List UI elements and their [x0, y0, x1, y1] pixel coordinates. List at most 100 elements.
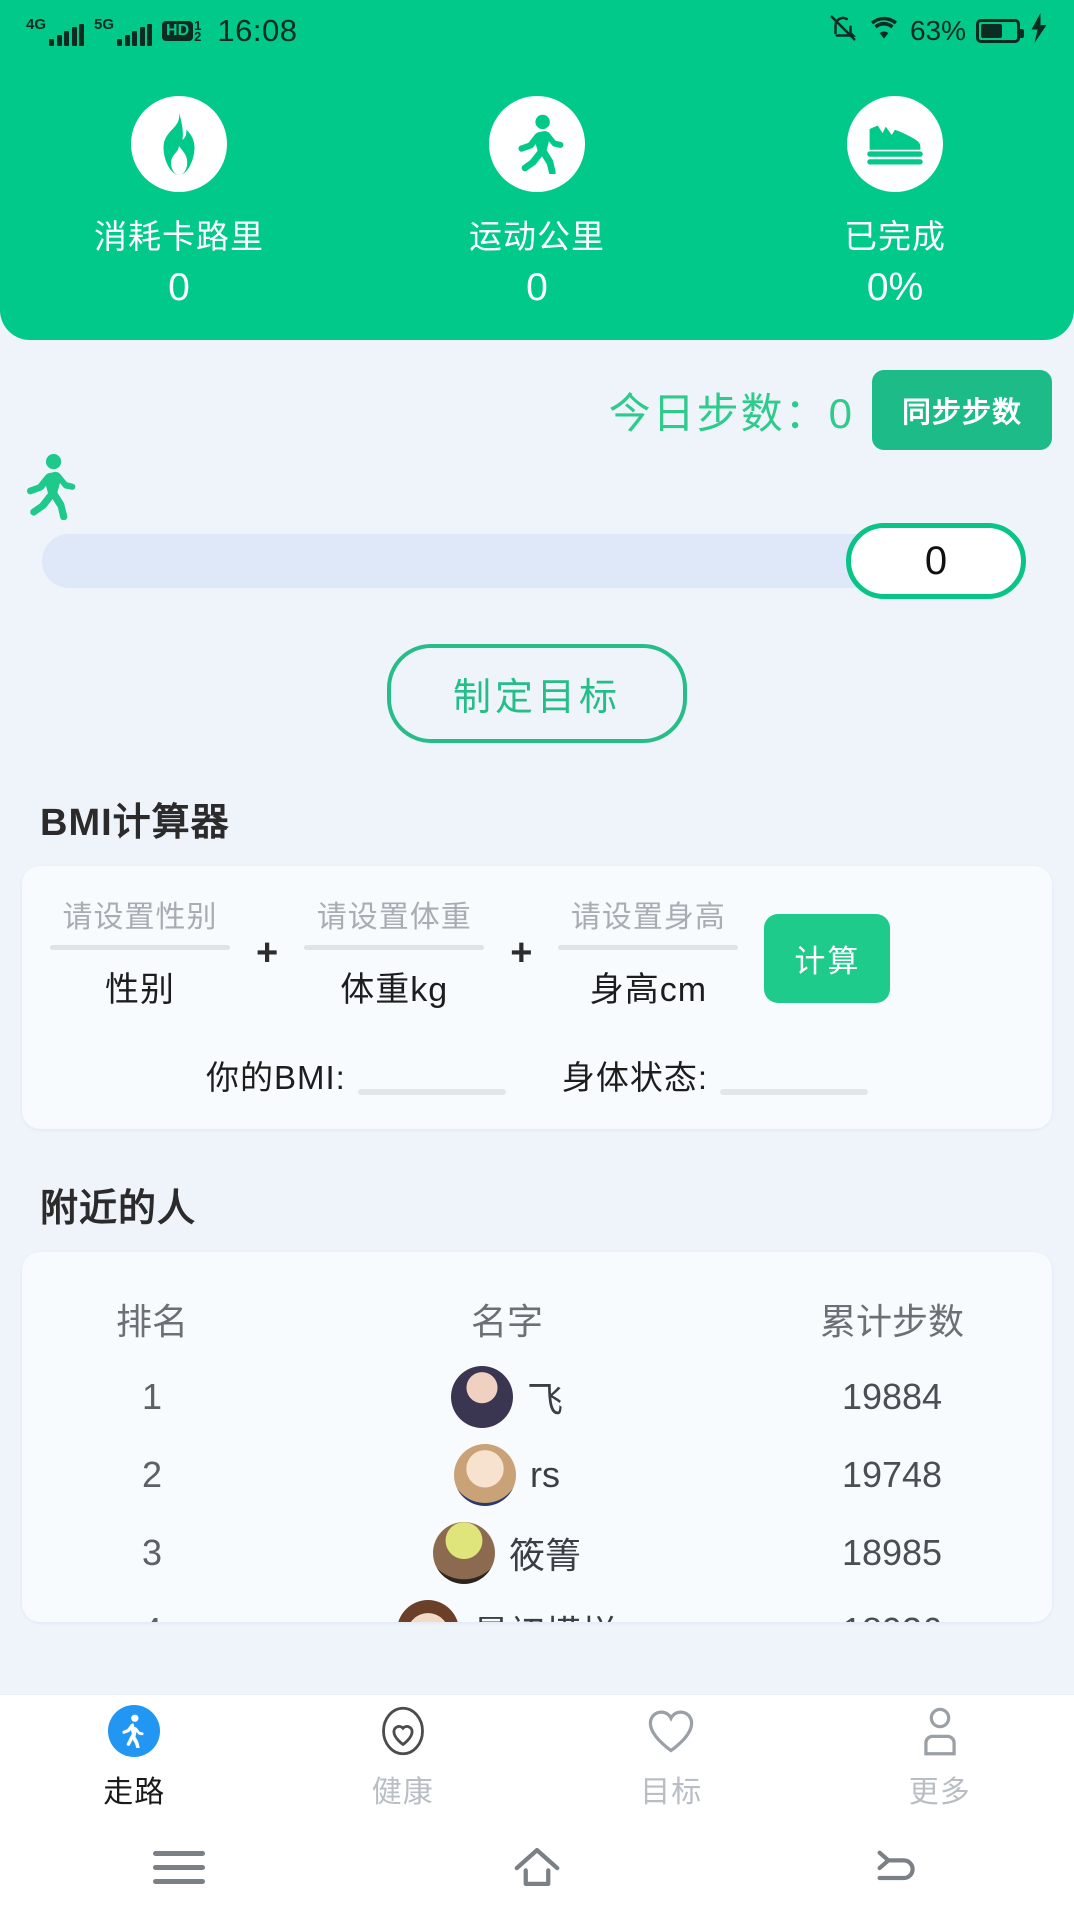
row-rank: 1 [141, 1376, 163, 1417]
bottom-tab-bar: 走路 健康 目标 更多 [0, 1694, 1074, 1820]
set-goal-button[interactable]: 制定目标 [386, 644, 687, 743]
stat-value: 0% [866, 266, 924, 309]
bmi-section-title: BMI计算器 [40, 802, 230, 844]
avatar [454, 1444, 516, 1506]
running-person-icon [489, 96, 585, 192]
tab-label: 健康 [371, 1775, 434, 1809]
table-row[interactable]: 2 rs 19748 [22, 1436, 1052, 1514]
row-name-cell: 飞 [282, 1366, 732, 1428]
bmi-result: 你的BMI: [206, 1051, 506, 1099]
stat-completed: 已完成 0% [716, 96, 1074, 310]
runner-indicator [0, 450, 1074, 521]
steps-progress[interactable]: 0 [42, 522, 1048, 600]
row-name: 飞 [526, 1379, 563, 1420]
stat-label: 消耗卡路里 [94, 218, 264, 255]
stat-value: 0 [168, 266, 190, 309]
status-bar-right: 63% [828, 12, 1048, 51]
tab-more[interactable]: 更多 [806, 1705, 1074, 1811]
status-bar-clock: 16:08 [217, 13, 298, 48]
sync-steps-button[interactable]: 同步步数 [871, 370, 1052, 450]
stat-distance: 运动公里 0 [358, 96, 716, 310]
row-steps: 18936 [732, 1610, 1052, 1622]
row-name: 最初模样 [473, 1605, 617, 1622]
mute-icon [828, 12, 858, 51]
tab-label: 走路 [103, 1775, 166, 1809]
stat-value: 0 [526, 266, 548, 309]
gender-field[interactable]: 请设置性别 性别 [44, 892, 236, 1011]
stat-label: 运动公里 [469, 218, 605, 255]
column-header-name: 名字 [470, 1301, 543, 1342]
battery-icon [976, 19, 1024, 43]
row-name: 筱箐 [508, 1535, 581, 1576]
tab-label: 更多 [908, 1775, 971, 1809]
row-steps: 19884 [841, 1376, 943, 1417]
today-steps-label: 今日步数：0 [608, 389, 854, 437]
summary-header-card: 消耗卡路里 0 运动公里 0 已完成 0% [0, 62, 1074, 340]
progress-value-bubble: 0 [846, 523, 1026, 599]
tab-label: 目标 [640, 1775, 703, 1809]
android-navigation-bar [0, 1820, 1074, 1914]
heart-in-circle-icon [377, 1705, 429, 1757]
row-steps: 19748 [841, 1454, 943, 1495]
table-header-row: 排名 名字 累计步数 [22, 1280, 1052, 1358]
status-bar-left: 4G 5G HD 1 2 16:08 [26, 13, 297, 49]
body-state-label: 身体状态: [561, 1059, 708, 1096]
recents-icon[interactable] [119, 1837, 239, 1897]
nearby-section-title: 附近的人 [40, 1188, 197, 1230]
body-state-value [720, 1089, 868, 1095]
weight-underline [304, 945, 485, 950]
avatar [432, 1522, 495, 1584]
height-field[interactable]: 请设置身高 身高cm [552, 892, 744, 1011]
column-header-steps: 累计步数 [819, 1301, 964, 1342]
height-label: 身高cm [589, 971, 708, 1009]
table-row[interactable]: 1 飞 19884 [22, 1358, 1052, 1436]
tab-goal[interactable]: 目标 [537, 1705, 806, 1811]
sim2-signal: 5G [94, 15, 153, 46]
signal-bars-icon-1 [49, 23, 85, 46]
weight-label: 体重kg [340, 971, 449, 1009]
battery-percent-label: 63% [909, 15, 966, 46]
calculate-button[interactable]: 计算 [764, 914, 891, 1003]
stat-label: 已完成 [844, 218, 946, 255]
network-type-label-1: 4G [26, 15, 47, 33]
row-name-cell: rs [282, 1444, 732, 1506]
gender-label: 性别 [105, 971, 175, 1009]
tab-health[interactable]: 健康 [269, 1705, 538, 1811]
network-type-label-2: 5G [94, 15, 115, 33]
hd-sim-bottom: 2 [194, 29, 202, 44]
nearby-people-card[interactable]: 排名 名字 累计步数 1 飞 19884 2 rs 19748 3 筱箐 189… [22, 1252, 1052, 1622]
row-rank: 2 [141, 1454, 163, 1495]
hd-sim-indicator: 1 2 [194, 19, 202, 44]
stat-calories: 消耗卡路里 0 [0, 96, 358, 310]
row-rank: 3 [141, 1532, 163, 1573]
hd-label: HD [162, 21, 194, 41]
row-name-cell: 最初模样 [282, 1600, 732, 1622]
heart-outline-icon [645, 1705, 697, 1757]
body-state-result: 身体状态: [562, 1051, 868, 1099]
height-placeholder: 请设置身高 [570, 901, 726, 934]
charging-bolt-icon [1030, 12, 1048, 50]
bmi-results-row: 你的BMI: 身体状态: [44, 1051, 1030, 1099]
gender-placeholder: 请设置性别 [62, 901, 218, 934]
back-icon[interactable] [835, 1837, 955, 1897]
sim1-signal: 4G [26, 15, 85, 46]
home-icon[interactable] [477, 1837, 597, 1897]
plus-separator-1: + [256, 932, 279, 974]
avatar [396, 1600, 459, 1622]
bmi-inputs-row: 请设置性别 性别 + 请设置体重 体重kg + 请设置身高 身高cm 计算 [44, 892, 1030, 1011]
column-header-rank: 排名 [115, 1301, 188, 1342]
row-rank: 4 [22, 1610, 282, 1622]
hd-voice-icon: HD 1 2 [162, 19, 202, 44]
walking-person-icon [108, 1704, 161, 1757]
weight-field[interactable]: 请设置体重 体重kg [298, 892, 490, 1011]
plus-separator-2: + [510, 932, 533, 974]
tab-walk[interactable]: 走路 [0, 1704, 269, 1811]
avatar [450, 1366, 513, 1428]
table-row[interactable]: 4 最初模样 18936 [22, 1592, 1052, 1622]
flame-icon [131, 96, 227, 192]
status-bar: 4G 5G HD 1 2 16:08 63% [0, 0, 1074, 62]
weight-placeholder: 请设置体重 [316, 901, 472, 934]
row-name-cell: 筱箐 [282, 1522, 732, 1584]
table-row[interactable]: 3 筱箐 18985 [22, 1514, 1052, 1592]
today-steps-row: 今日步数：0 同步步数 [0, 340, 1074, 450]
